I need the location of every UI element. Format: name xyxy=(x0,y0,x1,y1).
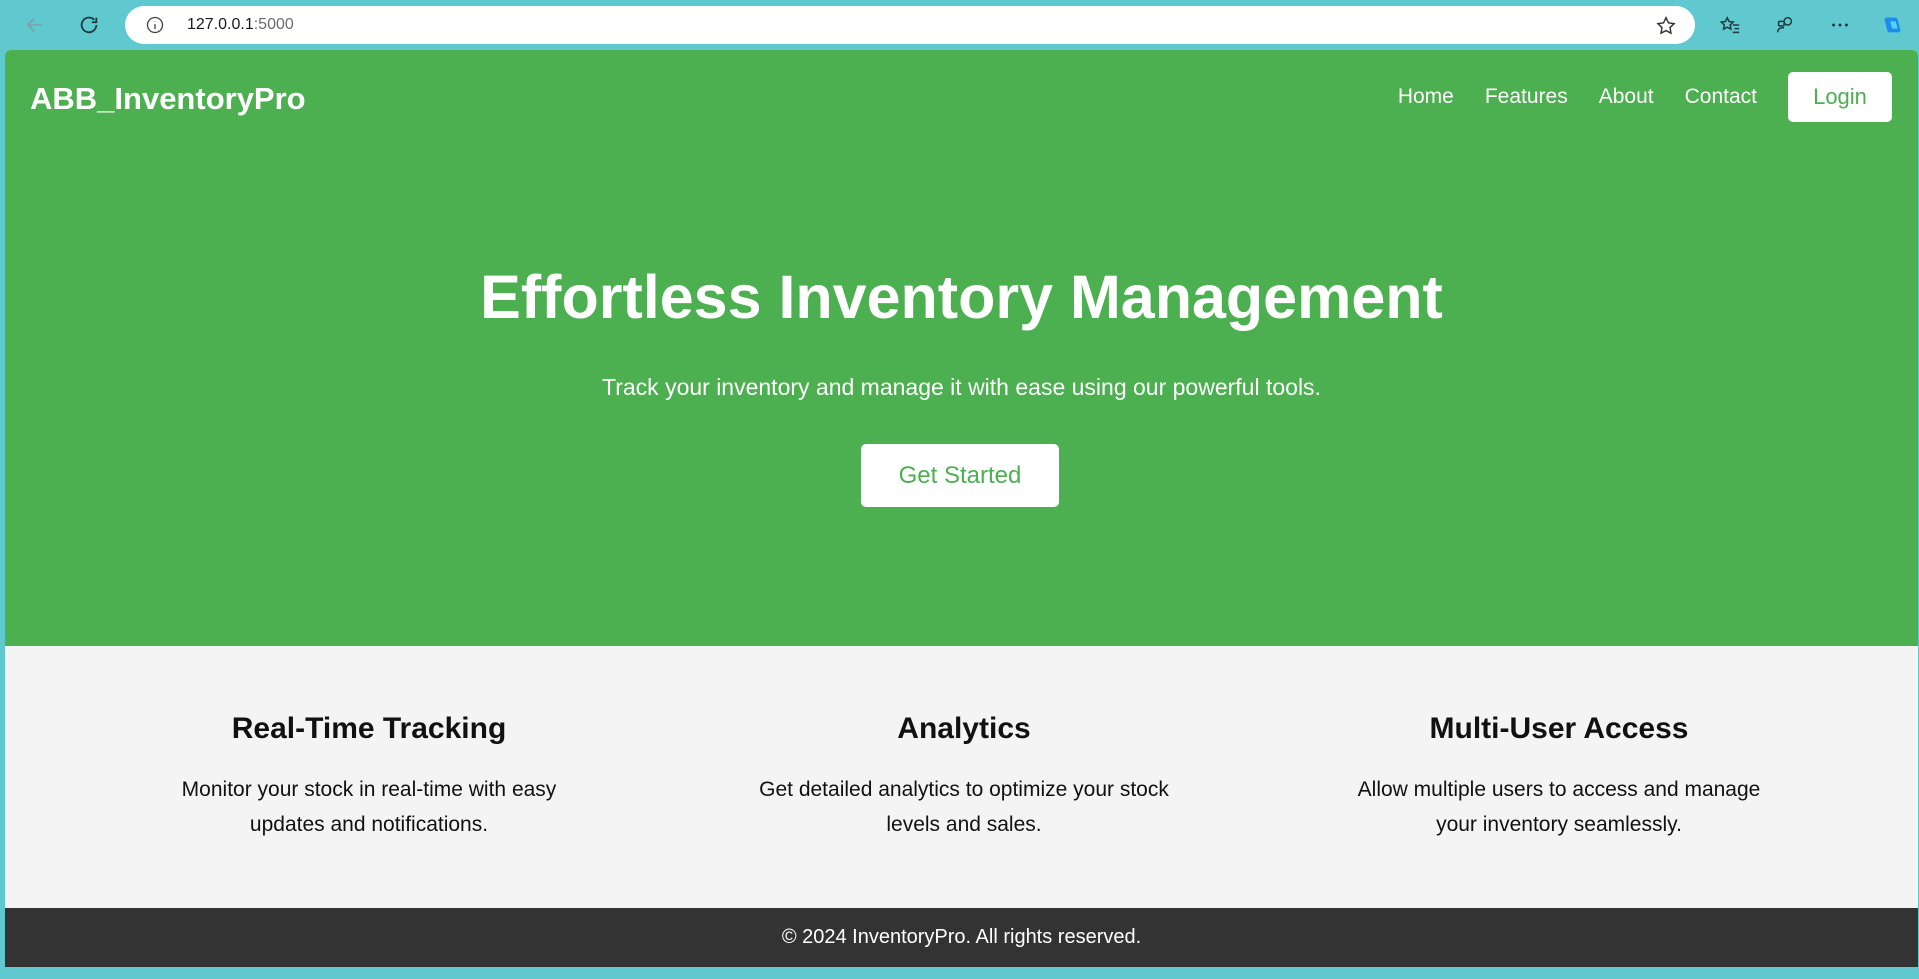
star-icon[interactable] xyxy=(1655,15,1677,37)
feature-text: Allow multiple users to access and manag… xyxy=(1357,778,1761,836)
main-nav: Home Features About Contact Login xyxy=(1398,72,1918,122)
page-footer: © 2024 InventoryPro. All rights reserved… xyxy=(5,908,1918,967)
feature-text: Get detailed analytics to optimize your … xyxy=(759,778,1169,836)
features-section: Real-Time Tracking Monitor your stock in… xyxy=(5,646,1918,908)
footer-text: © 2024 InventoryPro. All rights reserved… xyxy=(781,926,1142,948)
address-bar[interactable]: 127.0.0.1:5000 xyxy=(125,6,1695,44)
browser-toolbar: 127.0.0.1:5000 xyxy=(0,0,1919,50)
web-page: ABB_InventoryPro Home Features About Con… xyxy=(5,50,1918,967)
feature-card-analytics: Analytics Get detailed analytics to opti… xyxy=(754,712,1174,842)
favorites-icon[interactable] xyxy=(1714,10,1746,40)
nav-about-link[interactable]: About xyxy=(1599,85,1654,109)
feature-text: Monitor your stock in real-time with eas… xyxy=(181,778,557,836)
login-button[interactable]: Login xyxy=(1788,72,1892,122)
back-arrow-icon[interactable] xyxy=(18,9,52,41)
nav-home-link[interactable]: Home xyxy=(1398,85,1454,109)
feature-title: Analytics xyxy=(897,712,1031,745)
copilot-icon[interactable] xyxy=(1877,10,1909,40)
refresh-icon[interactable] xyxy=(72,9,106,41)
nav-features-link[interactable]: Features xyxy=(1485,85,1568,109)
url-text[interactable]: 127.0.0.1:5000 xyxy=(187,16,294,34)
info-icon[interactable] xyxy=(145,15,165,35)
more-icon[interactable] xyxy=(1824,10,1856,40)
hero-subtitle: Track your inventory and manage it with … xyxy=(602,374,1321,400)
url-host: 127.0.0.1 xyxy=(187,16,254,33)
nav-contact-link[interactable]: Contact xyxy=(1685,85,1757,109)
hero-title: Effortless Inventory Management xyxy=(480,263,1443,331)
feature-title: Real-Time Tracking xyxy=(231,712,507,745)
feature-card-multi-user-access: Multi-User Access Allow multiple users t… xyxy=(1349,712,1769,842)
hero-section: ABB_InventoryPro Home Features About Con… xyxy=(5,50,1918,646)
url-port: :5000 xyxy=(253,16,294,33)
feature-card-real-time-tracking: Real-Time Tracking Monitor your stock in… xyxy=(159,712,579,842)
extensions-icon[interactable] xyxy=(1769,10,1801,40)
get-started-button[interactable]: Get Started xyxy=(861,444,1059,507)
brand-logo[interactable]: ABB_InventoryPro xyxy=(30,81,306,117)
feature-title: Multi-User Access xyxy=(1429,712,1689,745)
